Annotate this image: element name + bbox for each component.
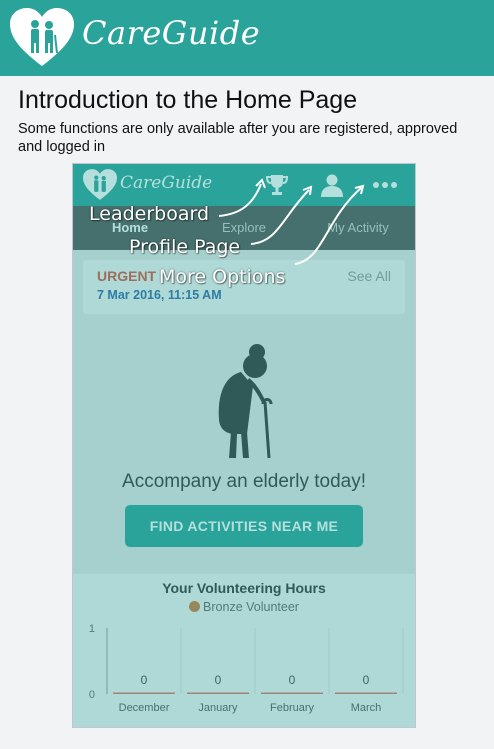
bar-february [261, 692, 323, 694]
data-label: 0 [141, 673, 148, 687]
see-all-link[interactable]: See All [347, 268, 391, 284]
bar-january [187, 692, 249, 694]
elderly-person-icon [218, 344, 273, 459]
hours-chart: 0 1 0 December 0 January 0 February 0 March [89, 623, 404, 714]
urgent-title: URGENT [97, 268, 157, 284]
bar-december [113, 692, 175, 694]
x-tick-label: January [198, 702, 238, 714]
more-options-icon[interactable] [371, 172, 399, 198]
app-header: CareGuide [0, 0, 494, 76]
careguide-logo-icon [83, 169, 117, 200]
y-tick-label-0: 0 [89, 689, 95, 701]
profile-callout: Profile Page [129, 236, 241, 258]
medal-icon [189, 601, 201, 612]
app-bar: CareGuide [73, 164, 415, 206]
x-tick-label: December [119, 702, 170, 714]
page-title: Introduction to the Home Page [18, 86, 358, 114]
urgent-date: 7 Mar 2016, 11:15 AM [97, 288, 222, 302]
x-tick-label: March [351, 702, 382, 714]
app-brand-name: CareGuide [120, 173, 213, 193]
bar-march [335, 692, 397, 694]
tab-my-activity[interactable]: My Activity [301, 206, 415, 250]
data-label: 0 [289, 673, 296, 687]
phone-screenshot: CareGuide Home Explore My Activity URGEN… [72, 163, 416, 728]
brand-name: CareGuide [82, 14, 261, 52]
more-options-callout: More Options [159, 266, 286, 288]
hours-title: Your Volunteering Hours [162, 580, 326, 596]
volunteer-badge: Bronze Volunteer [73, 600, 415, 614]
tagline: Accompany an elderly today! [122, 471, 366, 492]
trophy-icon[interactable] [263, 172, 291, 198]
page-subtitle: Some functions are only available after … [18, 121, 458, 155]
x-tick-label: February [270, 702, 315, 714]
data-label: 0 [215, 673, 222, 687]
y-tick-label-1: 1 [89, 623, 95, 635]
find-activities-button[interactable]: FIND ACTIVITIES NEAR ME [125, 505, 363, 547]
person-icon[interactable] [318, 172, 346, 198]
data-label: 0 [363, 673, 370, 687]
volunteering-hours-panel: Your Volunteering Hours Bronze Volunteer… [73, 574, 415, 727]
badge-label: Bronze Volunteer [203, 600, 299, 614]
careguide-logo-icon [10, 8, 74, 66]
leaderboard-callout: Leaderboard [89, 203, 210, 225]
